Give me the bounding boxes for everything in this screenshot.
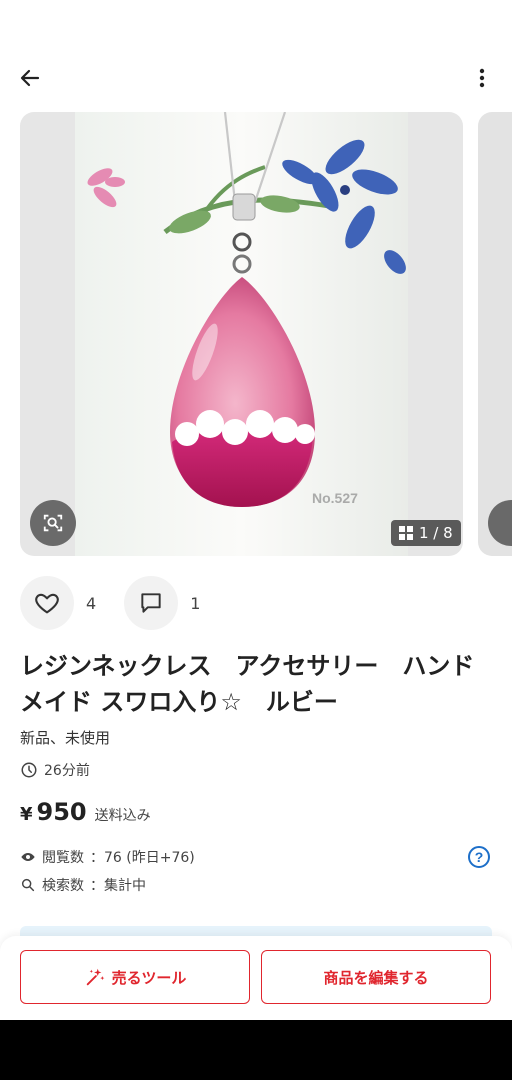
- more-vertical-icon: [479, 68, 485, 88]
- edit-item-label: 商品を編集する: [323, 968, 429, 987]
- search-count-value: ：集計中: [90, 878, 146, 894]
- view-count-value: ：76 (昨日+76): [90, 850, 195, 866]
- next-image-slide[interactable]: [478, 112, 512, 556]
- sell-tools-label: 売るツール: [111, 968, 187, 987]
- heart-outline-icon: [35, 593, 59, 614]
- like-count: 4: [86, 593, 97, 613]
- edit-item-button[interactable]: 商品を編集する: [261, 950, 491, 1004]
- image-carousel[interactable]: No.527 1 / 8: [0, 112, 512, 556]
- image-counter-text: 1 / 8: [419, 524, 453, 542]
- comment-icon: [141, 593, 161, 613]
- posted-time: 26分前: [20, 760, 90, 780]
- item-condition: 新品、未使用: [20, 729, 111, 747]
- image-search-icon: [488, 500, 512, 546]
- view-count-label: 閲覧数: [42, 850, 84, 866]
- posted-time-text: 26分前: [44, 763, 90, 779]
- image-watermark: No.527: [312, 490, 358, 506]
- product-image-slide[interactable]: No.527 1 / 8: [20, 112, 463, 556]
- image-search-button[interactable]: [30, 500, 76, 546]
- back-button[interactable]: [14, 62, 46, 94]
- currency-symbol: ¥: [20, 804, 33, 825]
- comment-button[interactable]: [124, 576, 179, 630]
- sparkle-icon: [86, 968, 104, 986]
- price-amount: 950: [36, 798, 87, 826]
- grid-icon: [399, 526, 413, 540]
- engagement-row: 4 1: [20, 576, 200, 630]
- top-bar: [0, 0, 512, 112]
- search-icon: [21, 878, 35, 892]
- like-button[interactable]: [20, 576, 74, 630]
- price: ¥ 950 送料込み: [20, 798, 151, 826]
- search-count-label: 検索数: [42, 878, 84, 894]
- system-navigation-bar: [0, 1020, 512, 1080]
- more-options-button[interactable]: [466, 62, 498, 94]
- bottom-action-bar: 売るツール 商品を編集する: [0, 936, 512, 1020]
- view-count-row: 閲覧数 ：76 (昨日+76): [20, 847, 195, 867]
- sell-tools-button[interactable]: 売るツール: [20, 950, 250, 1004]
- comment-count: 1: [190, 593, 201, 613]
- clock-icon: [21, 762, 37, 778]
- help-icon[interactable]: ?: [468, 846, 490, 868]
- arrow-left-icon: [20, 69, 40, 87]
- image-counter: 1 / 8: [391, 520, 461, 546]
- item-title: レジンネックレス アクセサリー ハンドメイド スワロ入り☆ ルビー: [20, 652, 475, 716]
- shipping-note: 送料込み: [94, 808, 151, 824]
- product-photo: [75, 112, 408, 556]
- image-search-icon: [43, 514, 63, 532]
- search-count-row: 検索数 ：集計中: [20, 875, 146, 895]
- eye-icon: [21, 853, 35, 861]
